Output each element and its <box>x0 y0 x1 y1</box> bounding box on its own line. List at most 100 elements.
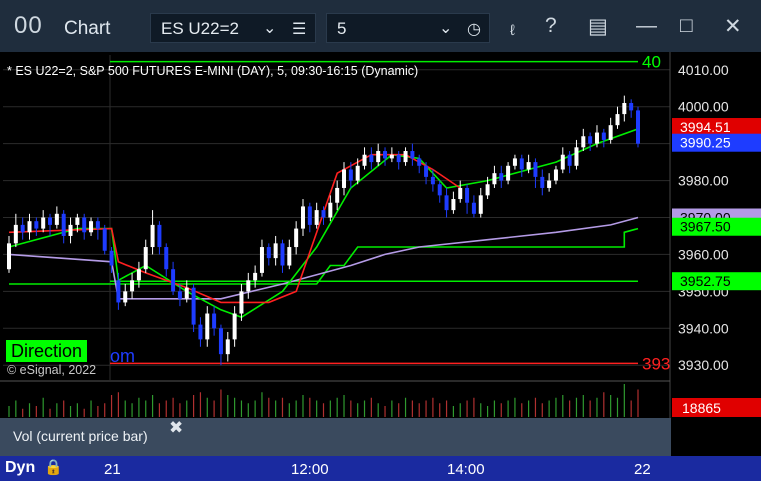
candle-body <box>294 228 299 248</box>
time-tick-label: 21 <box>104 461 121 478</box>
symbol-field[interactable]: ES U22=2 ⌄ ☰ <box>150 13 316 43</box>
candle-body <box>225 339 230 355</box>
candle-body <box>280 243 285 266</box>
help-icon[interactable]: ? <box>545 14 557 38</box>
candle-body <box>526 162 531 170</box>
clock-icon[interactable]: ◷ <box>467 19 481 39</box>
direction-label: Direction <box>6 340 88 362</box>
candle-body <box>396 154 401 163</box>
price-badge-label: 3967.50 <box>680 219 731 235</box>
candle-body <box>629 103 634 111</box>
candle-body <box>335 187 340 203</box>
candle-body <box>594 132 599 144</box>
candle-body <box>519 158 524 170</box>
interval-field[interactable]: 5 ⌄ ◷ <box>326 13 490 43</box>
candle-body <box>451 199 456 211</box>
symbol-value: ES U22=2 <box>161 19 239 38</box>
candle-body <box>417 158 422 166</box>
price-badge-label: 3994.51 <box>680 119 731 135</box>
candle-body <box>348 169 353 181</box>
price-axis-label: 3940.00 <box>678 320 729 336</box>
candle-body <box>273 243 278 259</box>
candle-body <box>150 224 155 248</box>
candle-body <box>553 169 558 181</box>
candle-body <box>246 280 251 292</box>
candle-body <box>383 151 388 159</box>
candle-body <box>601 132 606 140</box>
app-logo: 00 <box>14 12 43 39</box>
candle-body <box>164 247 169 270</box>
lock-icon[interactable]: 🔒 <box>44 458 63 476</box>
candle-body <box>533 162 538 177</box>
candle-body <box>560 154 565 170</box>
template-icon[interactable]: ▤ <box>588 14 608 39</box>
candle-body <box>48 217 53 225</box>
candle-body <box>369 154 374 163</box>
candle-body <box>239 291 244 314</box>
candle-body <box>540 176 545 188</box>
candle-body <box>458 187 463 200</box>
candle-body <box>7 243 11 270</box>
minimize-icon[interactable]: — <box>636 14 657 38</box>
maximize-icon[interactable]: □ <box>680 14 693 38</box>
title-bar: 00 Chart ES U22=2 ⌄ ☰ 5 ⌄ ◷ ℓ ? ▤ — □ ✕ <box>0 0 761 52</box>
price-axis-label: 4000.00 <box>678 99 729 115</box>
pen-icon[interactable]: ℓ <box>510 22 515 39</box>
candle-body <box>506 165 511 181</box>
price-axis-label: 3980.00 <box>678 173 729 189</box>
candle-body <box>41 217 46 229</box>
candle-body <box>212 313 217 329</box>
candle-body <box>342 169 347 188</box>
close-icon[interactable]: ✕ <box>724 14 742 39</box>
candle-body <box>403 151 408 163</box>
candle-body <box>259 247 264 273</box>
candle-body <box>300 206 305 229</box>
candle-body <box>157 224 162 248</box>
candle-body <box>636 110 640 144</box>
price-badge-label: 3990.25 <box>680 135 731 151</box>
candle-body <box>205 313 210 340</box>
candle-body <box>54 213 59 225</box>
candle-body <box>95 221 100 229</box>
candle-body <box>218 328 223 355</box>
candle-body <box>61 213 66 236</box>
candle-body <box>89 221 94 233</box>
candle-body <box>287 247 292 266</box>
candle-body <box>321 210 326 218</box>
price-chart[interactable]: 4010.004000.003990.003980.003970.003960.… <box>0 52 761 456</box>
candle-body <box>68 224 73 236</box>
candle-body <box>465 187 470 203</box>
candle-body <box>130 280 135 292</box>
candle-body <box>389 154 394 159</box>
candle-body <box>13 224 18 244</box>
candle-body <box>34 221 39 229</box>
price-axis-label: 3930.00 <box>678 357 729 373</box>
window-title: Chart <box>64 18 111 39</box>
candle-body <box>410 151 415 159</box>
list-icon[interactable]: ☰ <box>292 19 306 39</box>
candle-body <box>485 184 490 196</box>
candle-body <box>328 202 333 218</box>
candle-body <box>184 287 189 299</box>
candle-body <box>355 165 360 181</box>
volume-badge-label: 18865 <box>682 400 721 416</box>
volume-panel-label: Vol (current price bar) <box>13 428 148 444</box>
candle-body <box>615 114 620 126</box>
chart-title: * ES U22=2, S&P 500 FUTURES E-MINI (DAY)… <box>7 64 419 78</box>
candle-body <box>622 103 627 115</box>
time-tick-label: 14:00 <box>447 461 485 478</box>
candle-body <box>102 228 107 251</box>
candle-body <box>232 313 237 340</box>
price-axis-label: 3960.00 <box>678 246 729 262</box>
dynamic-mode-label[interactable]: Dyn <box>5 459 35 477</box>
chevron-down-icon[interactable]: ⌄ <box>263 18 276 38</box>
direction-label-tail: om <box>110 346 136 366</box>
price-axis-label: 4010.00 <box>678 62 729 78</box>
candle-body <box>512 158 517 166</box>
candle-body <box>430 176 435 185</box>
candle-body <box>266 247 271 259</box>
candle-body <box>75 217 80 225</box>
candle-body <box>177 291 182 299</box>
close-icon[interactable]: ✖ <box>169 418 183 438</box>
chevron-down-icon[interactable]: ⌄ <box>439 18 452 38</box>
